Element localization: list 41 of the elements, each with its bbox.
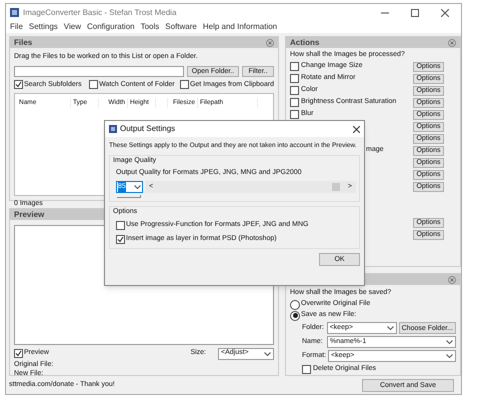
checkmark-icon: [117, 236, 124, 242]
panel-title: Preview: [14, 208, 44, 220]
checkbox[interactable]: [290, 62, 299, 71]
caret-icon: [446, 354, 453, 358]
caret-icon: [446, 340, 453, 344]
menu-item[interactable]: View: [64, 21, 81, 33]
dialog-title: Output Settings: [120, 123, 176, 135]
radio-button[interactable]: [290, 300, 300, 310]
checkbox[interactable]: [116, 234, 125, 244]
menu-item[interactable]: File: [10, 21, 23, 33]
caret-icon: [386, 326, 394, 330]
checkbox[interactable]: [290, 98, 299, 107]
folder-path-field[interactable]: [14, 66, 184, 76]
checkbox[interactable]: [180, 80, 189, 90]
checkbox[interactable]: [14, 349, 23, 358]
checkbox[interactable]: [89, 80, 98, 90]
caret-icon: [134, 184, 141, 189]
checkmark-icon: [15, 81, 22, 88]
maximize-icon[interactable]: [411, 8, 419, 16]
window-title: ImageConverter Basic - Stefan Trost Media: [23, 6, 176, 18]
checkbox[interactable]: [290, 110, 299, 119]
menu-item[interactable]: Tools: [140, 21, 160, 33]
checkbox[interactable]: [290, 74, 299, 83]
menu-item[interactable]: Help and Information: [202, 21, 278, 33]
menu-item[interactable]: Configuration: [87, 21, 135, 33]
panel-title: Files: [14, 36, 32, 48]
checkbox[interactable]: [116, 221, 125, 230]
scrollbar-thumb[interactable]: [332, 182, 340, 191]
checkbox[interactable]: [290, 86, 299, 95]
checkmark-icon: [15, 350, 22, 357]
checkbox[interactable]: [302, 364, 311, 374]
caret-icon: [264, 352, 271, 356]
checkbox[interactable]: [14, 80, 23, 90]
menu-item[interactable]: Software: [165, 21, 197, 33]
panel-title: Actions: [290, 36, 320, 48]
radio-button[interactable]: [290, 310, 300, 320]
close-icon[interactable]: [441, 8, 449, 16]
app-icon: [10, 8, 19, 17]
app-icon: [109, 125, 117, 133]
close-icon[interactable]: [353, 126, 360, 132]
menu-item[interactable]: Settings: [28, 21, 58, 33]
